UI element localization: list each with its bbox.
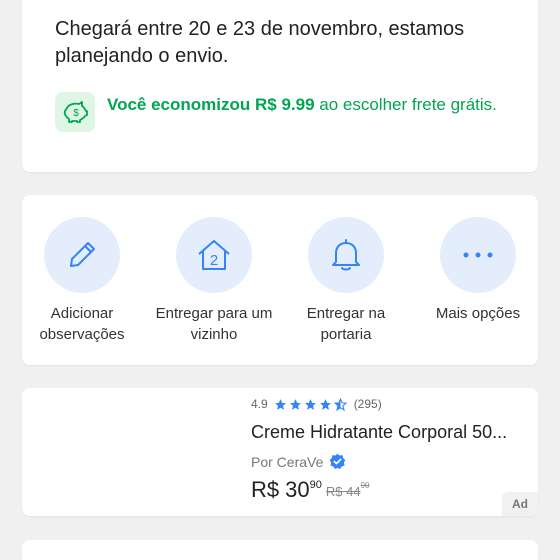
more-icon (463, 252, 493, 258)
product-rating: 4.9 (295) (251, 397, 382, 411)
house-icon: 2 (198, 240, 230, 270)
add-notes-circle (44, 217, 120, 293)
delivery-actions-card: Adicionar observações 2 Entregar para um… (22, 195, 538, 365)
ad-badge: Ad (502, 492, 538, 516)
savings-reason: ao escolher frete grátis. (314, 95, 497, 114)
star-icon (304, 398, 316, 410)
product-ad-card[interactable]: 4.9 (295) Creme Hidratante Corporal 50..… (22, 388, 538, 516)
piggy-bank-icon: $ (55, 92, 95, 132)
product-title[interactable]: Creme Hidratante Corporal 50... (251, 422, 531, 443)
product-price: R$ 30 90 R$ 44 90 (251, 477, 369, 503)
deliver-to-neighbor-circle: 2 (176, 217, 252, 293)
pencil-icon (70, 242, 95, 267)
product-seller: Por CeraVe (251, 453, 346, 470)
old-price-cents: 90 (360, 481, 370, 490)
old-price: R$ 44 (325, 484, 361, 499)
savings-row: $ Você economizou R$ 9.99 ao escolher fr… (55, 92, 515, 132)
star-half-icon (333, 397, 347, 411)
delivery-card: Chegará entre 20 e 23 de novembro, estam… (22, 0, 538, 172)
savings-text: Você economizou R$ 9.99 ao escolher fret… (107, 92, 497, 132)
add-notes-label: Adicionar observações (39, 305, 125, 343)
svg-text:$: $ (73, 108, 79, 119)
add-notes-button[interactable]: Adicionar observações (23, 217, 141, 345)
more-options-circle (440, 217, 516, 293)
more-options-button[interactable]: Mais opções (419, 217, 537, 324)
star-icon (289, 398, 301, 410)
deliver-to-front-desk-circle (308, 217, 384, 293)
deliver-to-neighbor-button[interactable]: 2 Entregar para um vizinho (155, 217, 273, 345)
price-integer: 30 (285, 477, 310, 502)
rating-value: 4.9 (251, 397, 268, 411)
next-card (22, 540, 538, 560)
savings-amount: Você economizou R$ 9.99 (107, 95, 315, 114)
star-icon (274, 398, 286, 410)
seller-name: Por CeraVe (251, 453, 324, 470)
deliver-to-front-desk-button[interactable]: Entregar na portaria (287, 217, 405, 345)
more-options-label: Mais opções (435, 305, 521, 322)
price-cents: 90 (309, 479, 322, 491)
star-icon (319, 398, 331, 410)
delivery-message: Chegará entre 20 e 23 de novembro, estam… (55, 18, 465, 67)
rating-stars (274, 397, 349, 411)
deliver-to-neighbor-label: Entregar para um vizinho (155, 305, 273, 343)
review-count: (295) (353, 397, 382, 411)
deliver-to-front-desk-label: Entregar na portaria (306, 305, 386, 343)
svg-text:2: 2 (210, 252, 218, 269)
verified-badge-icon (330, 453, 346, 469)
price-currency: R$ (251, 477, 280, 502)
bell-icon (332, 239, 360, 271)
